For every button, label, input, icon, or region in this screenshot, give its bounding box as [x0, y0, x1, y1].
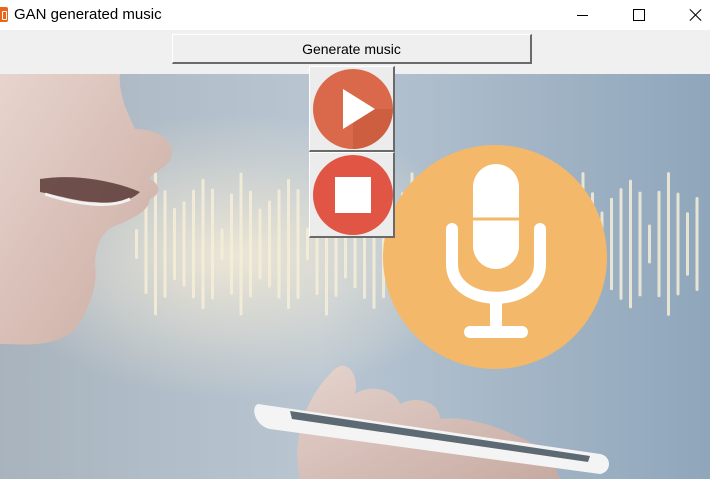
generate-music-button[interactable]: Generate music: [172, 34, 532, 64]
sound-wave-bar: [258, 208, 262, 280]
sound-wave-bar: [657, 190, 661, 298]
sound-wave-bar: [667, 172, 670, 316]
play-button[interactable]: [309, 66, 395, 152]
minimize-icon: [576, 14, 588, 16]
title-bar: GAN generated music: [0, 0, 710, 30]
close-button[interactable]: [673, 0, 710, 30]
sound-wave-bar: [201, 178, 205, 310]
maximize-button[interactable]: [616, 0, 662, 30]
sound-wave-bar: [268, 200, 271, 288]
sound-wave-bar: [610, 197, 613, 291]
sound-wave-bar: [249, 190, 252, 298]
sound-wave-bar: [220, 228, 224, 260]
sound-wave-bar: [230, 193, 233, 295]
sound-wave-bar: [686, 212, 689, 276]
sound-wave-bar: [695, 197, 699, 291]
sound-wave-bar: [239, 172, 243, 316]
stop-button[interactable]: [309, 152, 395, 238]
sound-wave-bar: [648, 224, 651, 264]
play-icon: [313, 69, 393, 149]
sound-wave-bar: [192, 189, 195, 299]
sound-wave-bar: [287, 178, 290, 310]
sound-wave-bar: [676, 192, 680, 296]
minimize-button[interactable]: [559, 0, 605, 30]
sound-wave-bar: [182, 201, 186, 287]
sound-wave-bar: [619, 188, 623, 300]
sound-wave-bar: [277, 189, 281, 299]
sound-wave-bar: [296, 189, 300, 299]
close-icon: [689, 8, 703, 22]
window-title: GAN generated music: [14, 6, 162, 23]
app-icon: [0, 7, 8, 22]
sound-wave-bar: [211, 188, 214, 300]
sound-wave-bar: [135, 229, 138, 259]
sound-wave-bar: [638, 191, 642, 297]
sound-wave-bar: [629, 179, 632, 309]
stop-icon: [313, 155, 393, 235]
maximize-icon: [633, 9, 645, 21]
sound-wave-bar: [163, 190, 167, 298]
sound-wave-bar: [173, 207, 176, 281]
